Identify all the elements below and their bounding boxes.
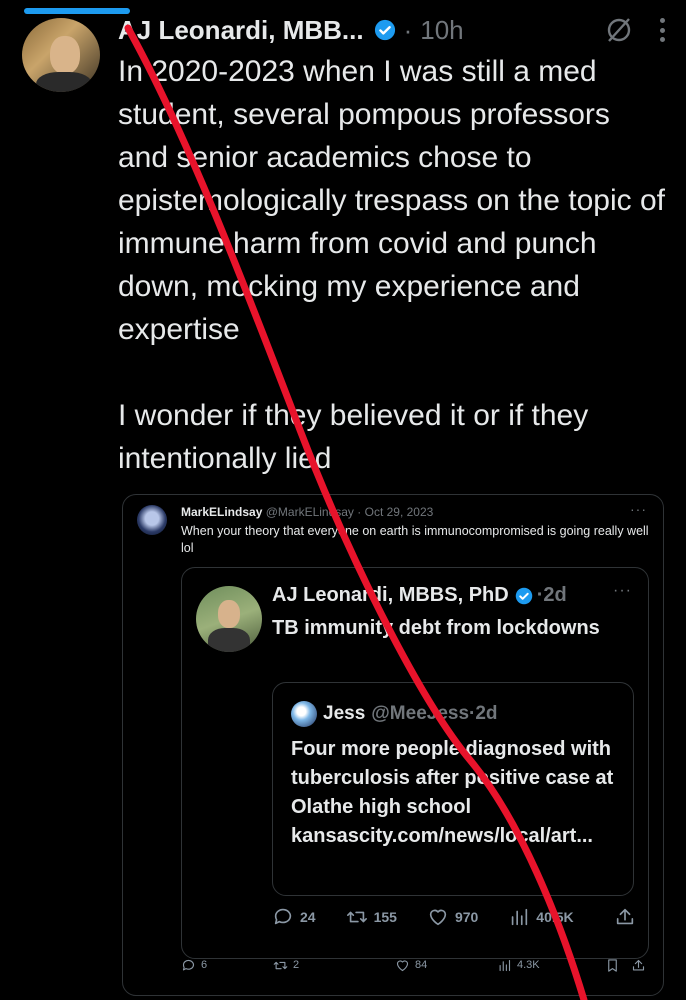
nested-quote-author-name[interactable]: AJ Leonardi, MBBS, PhD <box>272 584 509 607</box>
verified-badge-icon <box>515 587 532 604</box>
quote-header: MarkELindsay @MarkELindsay · Oct 29, 202… <box>181 505 433 519</box>
reply-button[interactable]: 6 <box>181 958 207 973</box>
retweet-count: 2 <box>293 959 300 971</box>
views-icon <box>499 959 511 971</box>
retweet-button[interactable]: 2 <box>273 958 299 973</box>
bookmark-icon <box>608 958 617 972</box>
retweet-count: 155 <box>373 909 397 925</box>
quote-more-icon[interactable]: ··· <box>630 501 647 517</box>
views-count: 40.5K <box>536 909 574 925</box>
views-button[interactable]: 40.5K <box>508 906 574 928</box>
retweet-button[interactable]: 155 <box>346 906 397 928</box>
like-icon <box>396 959 409 971</box>
tweet-header: AJ Leonardi, MBB... · 10h <box>118 12 666 48</box>
share-icon <box>632 959 645 970</box>
inner-quote-header: Jess @MeeJess·2d <box>291 701 498 727</box>
like-button[interactable]: 970 <box>427 906 478 928</box>
quote-author-name[interactable]: MarkELindsay <box>181 505 262 519</box>
inner-quote-card[interactable]: Jess @MeeJess·2d Four more people diagno… <box>272 682 634 896</box>
reply-count: 24 <box>300 909 316 925</box>
reply-icon <box>182 959 195 970</box>
views-icon <box>512 908 528 926</box>
quoted-tweet-card[interactable]: MarkELindsay @MarkELindsay · Oct 29, 202… <box>122 494 664 996</box>
quote-avatar[interactable] <box>137 505 167 535</box>
nested-quote-action-bar: 24 155 970 40.5K <box>272 906 642 928</box>
reply-count: 6 <box>201 959 208 971</box>
nested-quote-header: AJ Leonardi, MBBS, PhD ·2d <box>272 584 567 607</box>
nested-quote-more-icon[interactable]: ··· <box>613 582 632 600</box>
views-button[interactable]: 4.3K <box>497 958 540 973</box>
quote-date: · Oct 29, 2023 <box>357 505 434 519</box>
scroll-indicator <box>24 8 130 14</box>
bookmark-button[interactable] <box>605 958 625 973</box>
retweet-icon <box>273 961 288 969</box>
share-button[interactable] <box>614 906 642 928</box>
like-count: 970 <box>454 909 479 925</box>
author-avatar[interactable] <box>22 18 100 92</box>
share-button[interactable] <box>631 958 651 973</box>
quote-author-handle[interactable]: @MarkELindsay <box>266 505 354 519</box>
verified-badge-icon <box>374 19 395 41</box>
more-icon[interactable] <box>660 18 666 42</box>
like-icon <box>429 909 447 926</box>
nested-quote-card[interactable]: AJ Leonardi, MBBS, PhD ·2d ··· TB immuni… <box>181 567 649 959</box>
reply-button[interactable]: 24 <box>272 906 316 928</box>
like-count: 84 <box>415 959 428 971</box>
reply-icon <box>274 908 292 925</box>
inner-quote-avatar[interactable] <box>291 701 317 727</box>
share-icon <box>616 908 634 925</box>
nested-quote-text: TB immunity debt from lockdowns <box>272 617 600 639</box>
quote-text: When your theory that everyone on earth … <box>181 524 649 555</box>
author-name[interactable]: AJ Leonardi, MBB... <box>118 15 364 46</box>
tweet-time[interactable]: 10h <box>420 15 463 46</box>
tweet-text: In 2020-2023 when I was still a med stud… <box>118 55 665 475</box>
inner-quote-text: Four more people diagnosed with tubercul… <box>291 738 614 847</box>
nested-quote-time[interactable]: ·2d <box>537 584 567 607</box>
tweet-separator: · <box>403 14 413 45</box>
inner-quote-author-name[interactable]: Jess <box>323 703 365 725</box>
inner-quote-handle[interactable]: @MeeJess·2d <box>371 703 497 725</box>
like-button[interactable]: 84 <box>395 958 427 973</box>
views-count: 4.3K <box>517 959 540 971</box>
grok-icon[interactable] <box>604 15 634 45</box>
retweet-icon <box>346 911 367 923</box>
nested-quote-avatar[interactable] <box>196 586 262 652</box>
